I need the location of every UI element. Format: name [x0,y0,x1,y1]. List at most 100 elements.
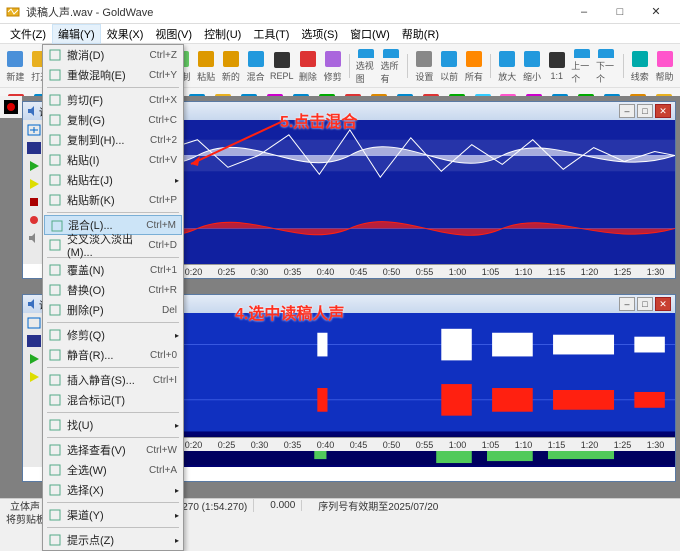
toolbar-设置[interactable]: 设置 [413,46,436,86]
edit-menu-item-16[interactable]: 混合标记(T) [43,390,183,410]
record-button[interactable] [2,98,20,116]
edit-menu-item-22[interactable]: 提示点(Z)▸ [43,530,183,550]
edit-menu-item-11[interactable]: 替换(O)Ctrl+R [43,280,183,300]
menu-item-icon [47,372,63,388]
toolbar-所有[interactable]: 所有 [462,46,485,86]
submenu-arrow-icon: ▸ [175,331,179,340]
submenu-arrow-icon: ▸ [175,421,179,430]
menu-2[interactable]: 效果(X) [101,24,150,44]
menu-item-shortcut: Ctrl+R [148,285,177,296]
edit-menu-item-9[interactable]: 交叉淡入淡出(M)...Ctrl+D [43,235,183,255]
toolbar-线索[interactable]: 线索 [628,46,651,86]
toolbar-缩小[interactable]: 缩小 [521,46,544,86]
doc2-minimize[interactable]: – [619,297,635,311]
menu-item-label: 粘贴新(K) [67,192,115,208]
menu-7[interactable]: 窗口(W) [344,24,396,44]
toolbar-新建[interactable]: 新建 [4,46,27,86]
menu-1[interactable]: 编辑(Y) [52,24,101,44]
ruler-tick: 0:50 [375,267,408,277]
ruler-tick: 1:25 [606,267,639,277]
record-icon[interactable] [25,212,43,228]
toolbar-下一个[interactable]: 下一个 [595,46,618,86]
ruler-tick: 0:30 [243,267,276,277]
play-icon[interactable] [25,158,43,174]
doc2-close[interactable]: ✕ [655,297,671,311]
menu-3[interactable]: 视图(V) [149,24,198,44]
channel-tool-icon[interactable] [25,333,43,349]
zoom-fit-icon[interactable] [25,315,43,331]
edit-menu-item-0[interactable]: 撤消(D)Ctrl+Z [43,45,183,65]
menu-8[interactable]: 帮助(R) [396,24,445,44]
doc2-maximize[interactable]: □ [637,297,653,311]
edit-menu-item-18[interactable]: 选择查看(V)Ctrl+W [43,440,183,460]
toolbar-上一个[interactable]: 上一个 [570,46,593,86]
menu-6[interactable]: 选项(S) [295,24,344,44]
toolbar-放大[interactable]: 放大 [496,46,519,86]
menu-0[interactable]: 文件(Z) [4,24,52,44]
menu-item-shortcut: Ctrl+M [146,220,176,231]
toolbar-选所有[interactable]: 选所有 [379,46,402,86]
edit-menu-item-19[interactable]: 全选(W)Ctrl+A [43,460,183,480]
menu-item-shortcut: Ctrl+D [148,240,177,251]
doc1-maximize[interactable]: □ [637,104,653,118]
vertical-transport-toolbar [0,96,22,118]
menu-item-label: 剪切(F) [67,92,103,108]
edit-menu-item-20[interactable]: 选择(X)▸ [43,480,183,500]
toolbar-修剪[interactable]: 修剪 [321,46,344,86]
doc1-minimize[interactable]: – [619,104,635,118]
minimize-button[interactable]: – [566,0,602,24]
menu-item-label: 选择查看(V) [67,442,126,458]
play-selection-icon[interactable] [25,176,43,192]
edit-menu-item-4[interactable]: 复制到(H)...Ctrl+2 [43,130,183,150]
doc1-close[interactable]: ✕ [655,104,671,118]
menu-bar: 文件(Z)编辑(Y)效果(X)视图(V)控制(U)工具(T)选项(S)窗口(W)… [0,24,680,44]
menu-4[interactable]: 控制(U) [198,24,247,44]
edit-menu-item-12[interactable]: 删除(P)Del [43,300,183,320]
menu-item-label: 静音(R)... [67,347,113,363]
edit-menu-item-17[interactable]: 找(U) ▸ [43,415,183,435]
toolbar-混合[interactable]: 混合 [244,46,267,86]
edit-menu-item-14[interactable]: 静音(R)...Ctrl+0 [43,345,183,365]
stop-icon[interactable] [25,194,43,210]
maximize-button[interactable]: □ [602,0,638,24]
toolbar-粘贴[interactable]: 粘贴 [195,46,218,86]
menu-item-label: 复制到(H)... [67,132,124,148]
ruler-tick: 1:15 [540,440,573,450]
edit-menu-item-1[interactable]: 重做混响(E)Ctrl+Y [43,65,183,85]
zoom-fit-icon[interactable] [25,122,43,138]
menu-item-icon [47,507,63,523]
edit-menu-item-7[interactable]: 粘贴新(K)Ctrl+P [43,190,183,210]
toolbar-REPL[interactable]: REPL [269,46,295,86]
menu-item-label: 找(U) [67,417,93,433]
menu-item-icon [47,347,63,363]
toolbar-以前[interactable]: 以前 [438,46,461,86]
submenu-arrow-icon: ▸ [175,536,179,545]
ruler-tick: 1:05 [474,440,507,450]
edit-menu-item-6[interactable]: 粘贴在(J)▸ [43,170,183,190]
edit-menu-item-3[interactable]: 复制(G)Ctrl+C [43,110,183,130]
menu-item-icon [47,67,63,83]
toolbar-帮助[interactable]: 帮助 [653,46,676,86]
menu-item-shortcut: Ctrl+A [149,465,177,476]
channel-tool-icon[interactable] [25,140,43,156]
toolbar-删除[interactable]: 删除 [296,46,319,86]
edit-menu-item-15[interactable]: 插入静音(S)...Ctrl+I [43,370,183,390]
toolbar-新的[interactable]: 新的 [219,46,242,86]
ruler-tick: 1:20 [573,267,606,277]
menu-item-icon [47,262,63,278]
play-icon[interactable] [25,351,43,367]
menu-5[interactable]: 工具(T) [247,24,295,44]
edit-menu-item-13[interactable]: 修剪(Q)▸ [43,325,183,345]
menu-item-label: 渠道(Y) [67,507,104,523]
edit-menu-item-10[interactable]: 覆盖(N)Ctrl+1 [43,260,183,280]
play-selection-icon[interactable] [25,369,43,385]
menu-separator [47,412,179,413]
toolbar-1:1[interactable]: 1:1 [545,46,568,86]
menu-item-label: 选择(X) [67,482,104,498]
close-button[interactable]: ✕ [638,0,674,24]
toolbar-选视图[interactable]: 选视图 [355,46,378,86]
edit-menu-item-21[interactable]: 渠道(Y)▸ [43,505,183,525]
edit-menu-item-5[interactable]: 粘贴(I)Ctrl+V [43,150,183,170]
edit-menu-item-2[interactable]: 剪切(F)Ctrl+X [43,90,183,110]
mute-icon[interactable] [25,230,43,246]
